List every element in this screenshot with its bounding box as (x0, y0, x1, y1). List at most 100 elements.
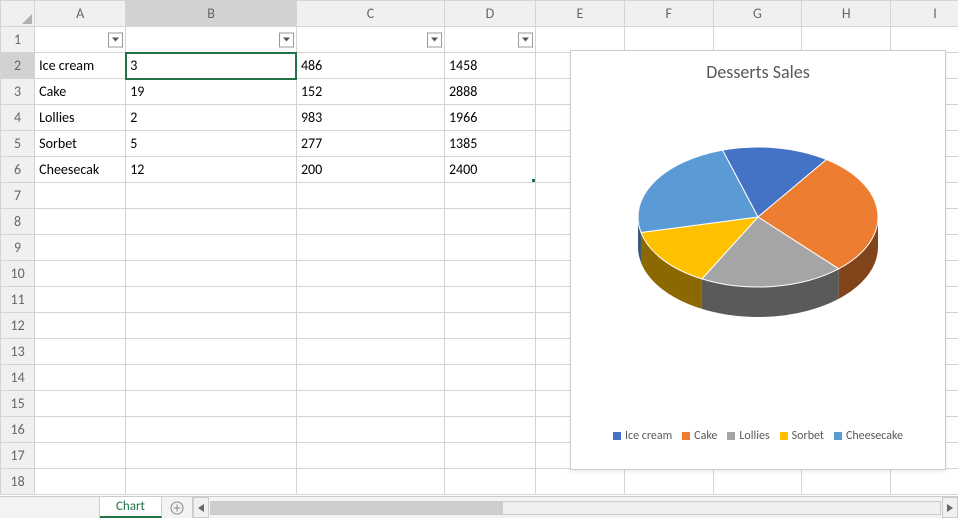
cell[interactable] (444, 313, 535, 339)
cell[interactable] (802, 469, 891, 495)
cell[interactable] (444, 469, 535, 495)
cell[interactable] (35, 209, 126, 235)
cell[interactable] (126, 313, 297, 339)
col-header-H[interactable]: H (802, 1, 891, 27)
row-header-17[interactable]: 17 (1, 443, 35, 469)
cell-D3[interactable]: 2888 (444, 79, 535, 105)
row-header-2[interactable]: 2 (1, 53, 35, 79)
tab-nav-area[interactable] (0, 497, 100, 518)
cell[interactable] (35, 417, 126, 443)
cell-E1[interactable] (536, 27, 625, 53)
cell[interactable] (296, 469, 444, 495)
filter-button[interactable] (518, 32, 533, 47)
cell-B2[interactable]: 3 (126, 53, 297, 79)
cell[interactable] (444, 287, 535, 313)
cell-I1[interactable] (891, 27, 958, 53)
cell[interactable] (126, 261, 297, 287)
cell[interactable] (35, 339, 126, 365)
cell-C1[interactable]: Number sold (296, 27, 444, 53)
cell-C5[interactable]: 277 (296, 131, 444, 157)
cell[interactable] (444, 443, 535, 469)
cell-G1[interactable] (713, 27, 802, 53)
cell[interactable] (444, 365, 535, 391)
cell[interactable] (126, 209, 297, 235)
cell-C2[interactable]: 486 (296, 53, 444, 79)
cell-A2[interactable]: Ice cream (35, 53, 126, 79)
row-header-13[interactable]: 13 (1, 339, 35, 365)
row-header-4[interactable]: 4 (1, 105, 35, 131)
col-header-D[interactable]: D (444, 1, 535, 27)
row-header-10[interactable]: 10 (1, 261, 35, 287)
cell-D6[interactable]: 2400 (444, 157, 535, 183)
cell[interactable] (35, 469, 126, 495)
row-header-14[interactable]: 14 (1, 365, 35, 391)
cell[interactable] (35, 365, 126, 391)
col-header-A[interactable]: A (35, 1, 126, 27)
cell-D4[interactable]: 1966 (444, 105, 535, 131)
cell[interactable] (444, 339, 535, 365)
col-header-I[interactable]: I (891, 1, 958, 27)
cell[interactable] (444, 417, 535, 443)
row-header-8[interactable]: 8 (1, 209, 35, 235)
col-header-F[interactable]: F (624, 1, 713, 27)
cell-B4[interactable]: 2 (126, 105, 297, 131)
scroll-left-button[interactable] (193, 497, 209, 518)
cell-D5[interactable]: 1385 (444, 131, 535, 157)
cell-D1[interactable]: Total (444, 27, 535, 53)
row-header-1[interactable]: 1 (1, 27, 35, 53)
scroll-right-button[interactable] (942, 497, 958, 518)
cell[interactable] (296, 209, 444, 235)
row-header-3[interactable]: 3 (1, 79, 35, 105)
cell[interactable] (126, 469, 297, 495)
cell-B5[interactable]: 5 (126, 131, 297, 157)
cell[interactable] (35, 261, 126, 287)
cell[interactable] (35, 443, 126, 469)
col-header-E[interactable]: E (536, 1, 625, 27)
cell[interactable] (444, 235, 535, 261)
horizontal-scrollbar[interactable] (192, 497, 958, 518)
cell-C3[interactable]: 152 (296, 79, 444, 105)
pie-chart[interactable]: Desserts Sales Ice creamCakeLolliesSorbe… (570, 50, 946, 470)
cell-A6[interactable]: Cheesecak (35, 157, 126, 183)
cell-A3[interactable]: Cake (35, 79, 126, 105)
cell[interactable] (35, 235, 126, 261)
cell[interactable] (296, 339, 444, 365)
cell-C6[interactable]: 200 (296, 157, 444, 183)
cell-A4[interactable]: Lollies (35, 105, 126, 131)
col-header-C[interactable]: C (296, 1, 444, 27)
cell[interactable] (126, 391, 297, 417)
cell[interactable] (126, 365, 297, 391)
cell[interactable] (35, 313, 126, 339)
scroll-thumb[interactable] (211, 502, 503, 514)
cell-A5[interactable]: Sorbet (35, 131, 126, 157)
scroll-track[interactable] (210, 501, 941, 515)
cell[interactable] (444, 391, 535, 417)
row-header-5[interactable]: 5 (1, 131, 35, 157)
cell[interactable] (296, 365, 444, 391)
row-header-15[interactable]: 15 (1, 391, 35, 417)
cell[interactable] (536, 469, 625, 495)
cell-C4[interactable]: 983 (296, 105, 444, 131)
cell[interactable] (126, 339, 297, 365)
col-header-G[interactable]: G (713, 1, 802, 27)
cell[interactable] (35, 287, 126, 313)
cell[interactable] (126, 183, 297, 209)
row-header-11[interactable]: 11 (1, 287, 35, 313)
row-header-7[interactable]: 7 (1, 183, 35, 209)
cell-H1[interactable] (802, 27, 891, 53)
filter-button[interactable] (108, 32, 123, 47)
cell[interactable] (624, 469, 713, 495)
cell[interactable] (444, 261, 535, 287)
sheet-tab-active[interactable]: Chart (100, 497, 162, 518)
filter-button[interactable] (279, 32, 294, 47)
row-header-9[interactable]: 9 (1, 235, 35, 261)
cell[interactable] (296, 417, 444, 443)
cell[interactable] (35, 183, 126, 209)
cell[interactable] (35, 391, 126, 417)
cell-B3[interactable]: 19 (126, 79, 297, 105)
cell[interactable] (126, 287, 297, 313)
cell[interactable] (296, 261, 444, 287)
cell-F1[interactable] (624, 27, 713, 53)
cell-B1[interactable]: Cost (in dollars) (126, 27, 297, 53)
cell[interactable] (444, 183, 535, 209)
